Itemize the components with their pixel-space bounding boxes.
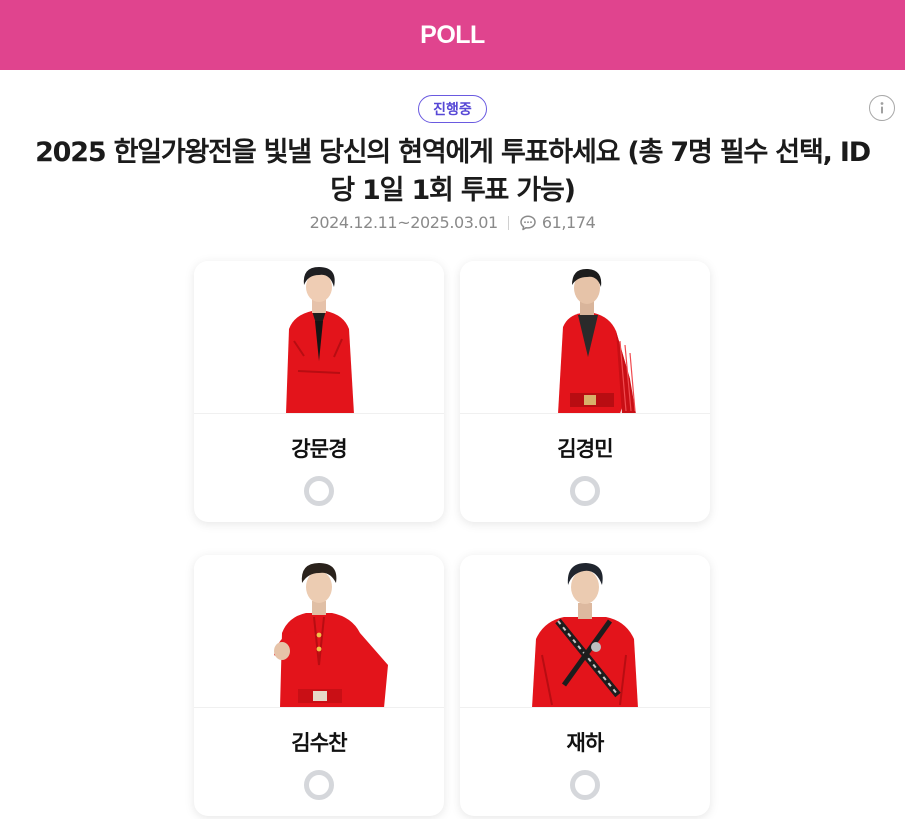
- candidate-photo: [194, 261, 444, 414]
- candidate-card[interactable]: 김경민: [460, 261, 710, 522]
- vote-radio[interactable]: [570, 770, 600, 800]
- info-button[interactable]: [869, 95, 895, 121]
- poll-meta: 2024.12.11~2025.03.01 61,174: [0, 213, 905, 232]
- candidate-photo: [460, 261, 710, 414]
- candidate-name: 김수찬: [291, 731, 347, 755]
- candidate-photo: [194, 555, 444, 708]
- candidate-name: 김경민: [557, 437, 613, 461]
- poll-header: POLL: [0, 0, 905, 70]
- candidate-photo: [460, 555, 710, 708]
- poll-period: 2024.12.11~2025.03.01: [309, 213, 499, 232]
- info-icon: [880, 102, 884, 114]
- candidate-name: 강문경: [291, 437, 347, 461]
- vote-radio[interactable]: [304, 770, 334, 800]
- vote-radio[interactable]: [570, 476, 600, 506]
- candidate-card[interactable]: 재하: [460, 555, 710, 816]
- status-badge: 진행중: [418, 95, 487, 123]
- candidate-card[interactable]: 김수찬: [194, 555, 444, 816]
- comment-count: 61,174: [541, 213, 596, 232]
- vote-radio[interactable]: [304, 476, 334, 506]
- meta-divider: [507, 215, 509, 230]
- candidate-name: 재하: [566, 731, 604, 755]
- poll-title: 2025 한일가왕전을 빛낼 당신의 현역에게 투표하세요 (총 7명 필수 선…: [35, 137, 871, 206]
- comment-icon: [519, 214, 537, 232]
- header-title: POLL: [420, 20, 485, 49]
- candidate-card[interactable]: 강문경: [194, 261, 444, 522]
